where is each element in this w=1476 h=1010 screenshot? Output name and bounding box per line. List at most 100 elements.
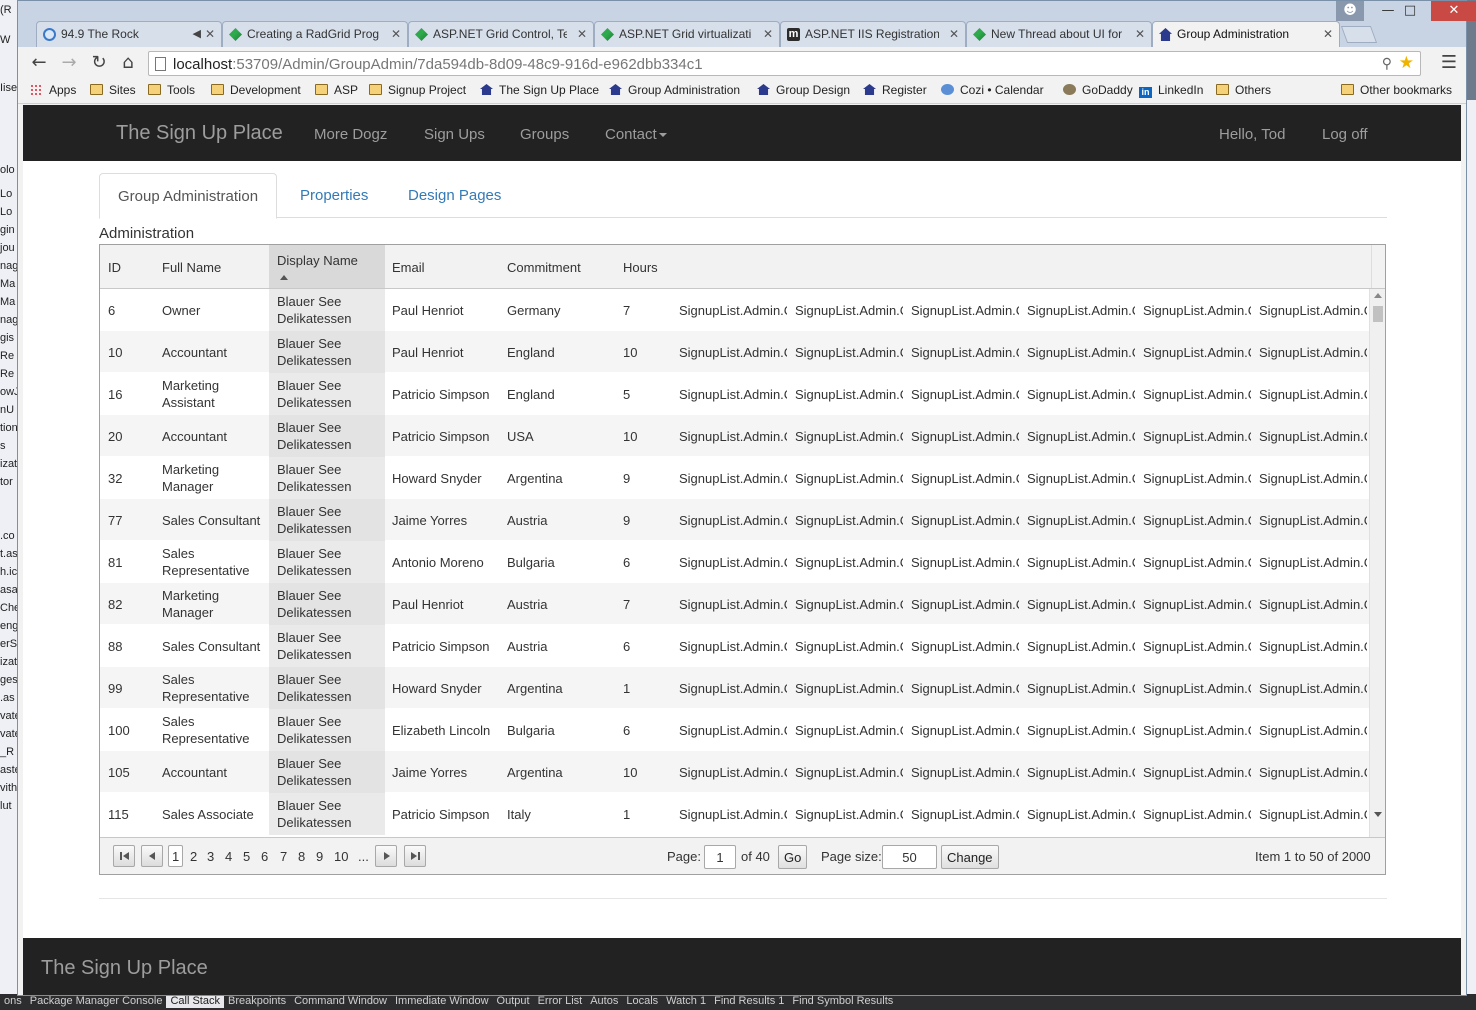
bookmark-item[interactable]: Sites [90,83,136,97]
close-window-button[interactable]: ✕ [1431,1,1476,21]
table-row[interactable]: 88 Sales Consultant Blauer See Delikatesse… [100,625,1370,667]
bookmark-item[interactable]: Register [863,83,927,97]
browser-tab[interactable]: ASP.NET Grid Control, Te ✕ [408,21,594,47]
ide-toolwindow-tab[interactable]: Immediate Window [391,994,493,1008]
go-button[interactable]: Go [778,845,808,869]
table-row[interactable]: 115 Sales Associate Blauer See Delikatesse… [100,793,1370,835]
browser-tab[interactable]: 94.9 The Rock ◀ ✕ [36,21,222,47]
ide-toolwindow-tab[interactable]: Error List [534,994,587,1008]
tab-group-administration[interactable]: Group Administration [99,173,278,219]
browser-tab[interactable]: New Thread about UI for ✕ [966,21,1152,47]
bookmark-item[interactable]: ASP [315,83,358,97]
tab-design-pages[interactable]: Design Pages [390,173,519,218]
ide-toolwindow-tab[interactable]: Autos [586,994,622,1008]
bookmark-item[interactable]: Other bookmarks [1341,83,1452,97]
close-tab-icon[interactable]: ✕ [205,27,215,41]
page-number-link[interactable]: 6 [261,849,268,864]
table-row[interactable]: 10 Accountant Blauer See Delikatessen Paul … [100,331,1370,373]
page-number-link[interactable]: 1 [168,845,184,867]
table-row[interactable]: 81 Sales Representative Blauer See Delikat… [100,541,1370,583]
next-page-button[interactable] [375,845,397,867]
scroll-down-arrow-icon[interactable] [1374,812,1382,817]
zoom-icon[interactable]: ⚲ [1382,55,1392,72]
bookmark-item[interactable]: Group Administration [609,83,740,97]
bookmark-item[interactable]: in LinkedIn [1139,83,1203,98]
bookmark-item[interactable]: The Sign Up Place [480,83,599,97]
ide-toolwindow-tab[interactable]: ons [0,994,26,1008]
page-number-link[interactable]: 9 [316,849,323,864]
site-brand[interactable]: The Sign Up Place [116,122,283,145]
nav-groups[interactable]: Groups [520,126,569,143]
table-row[interactable]: 82 Marketing Manager Blauer See Delikatess… [100,583,1370,625]
bookmark-item[interactable]: Group Design [757,83,850,97]
page-number-link[interactable]: 5 [243,849,250,864]
grid-vertical-scrollbar[interactable] [1369,289,1385,837]
logoff-link[interactable]: Log off [1322,126,1368,143]
column-header-id[interactable]: ID [100,245,154,288]
home-icon[interactable]: ⌂ [117,53,139,75]
last-page-button[interactable] [404,845,426,867]
change-page-size-button[interactable]: Change [941,845,999,869]
page-size-input[interactable]: 50 [882,845,937,869]
bookmark-item[interactable]: GoDaddy [1063,83,1133,97]
page-number-link[interactable]: 10 [334,849,348,864]
browser-tab[interactable]: m ASP.NET IIS Registration ✕ [780,21,966,47]
table-row[interactable]: 32 Marketing Manager Blauer See Delikatess… [100,457,1370,499]
ide-toolwindow-tab[interactable]: Locals [622,994,662,1008]
bookmark-item[interactable]: Apps [30,83,76,97]
profile-icon[interactable]: ☻ [1336,1,1364,21]
reload-icon[interactable]: ↻ [88,53,110,75]
bookmark-item[interactable]: Development [211,83,301,97]
ide-toolwindow-tab[interactable]: Watch 1 [662,994,710,1008]
ide-toolwindow-tab[interactable]: Breakpoints [224,994,290,1008]
page-number-link[interactable]: 3 [207,849,214,864]
ide-toolwindow-tab[interactable]: Find Symbol Results [788,994,897,1008]
maximize-button[interactable]: □ [1396,1,1424,21]
tab-properties[interactable]: Properties [282,173,386,218]
close-tab-icon[interactable]: ✕ [391,27,401,41]
table-row[interactable]: 20 Accountant Blauer See Delikatessen Patri… [100,415,1370,457]
menu-icon[interactable]: ☰ [1438,53,1460,75]
first-page-button[interactable] [113,845,135,867]
page-number-input[interactable]: 1 [704,845,736,869]
close-tab-icon[interactable]: ✕ [1323,27,1333,41]
close-tab-icon[interactable]: ✕ [1135,27,1145,41]
ide-toolwindow-tab[interactable]: Command Window [290,994,391,1008]
bookmark-star-icon[interactable]: ★ [1399,53,1414,73]
new-tab-button[interactable] [1340,26,1378,43]
table-row[interactable]: 77 Sales Consultant Blauer See Delikatesse… [100,499,1370,541]
column-header-display-name[interactable]: Display Name [269,245,385,288]
nav-more-dogz[interactable]: More Dogz [314,126,387,143]
column-header-commitment[interactable]: Commitment [499,245,615,288]
browser-tab[interactable]: Creating a RadGrid Prog ✕ [222,21,408,47]
ide-toolwindow-tab[interactable]: Call Stack [166,994,224,1008]
close-tab-icon[interactable]: ✕ [763,27,773,41]
table-row[interactable]: 99 Sales Representative Blauer See Delikat… [100,667,1370,709]
page-number-link[interactable]: 2 [190,849,197,864]
bookmark-item[interactable]: Others [1216,83,1271,97]
back-arrow-icon[interactable]: ← [28,53,50,75]
prev-page-button[interactable] [141,845,163,867]
ide-toolwindow-tab[interactable]: Find Results 1 [710,994,788,1008]
forward-arrow-icon[interactable]: → [58,53,80,75]
nav-sign-ups[interactable]: Sign Ups [424,126,485,143]
nav-contact-dropdown[interactable]: Contact [605,126,667,143]
scroll-thumb[interactable] [1373,306,1383,322]
address-bar[interactable]: localhost:53709/Admin/GroupAdmin/7da594d… [148,51,1421,76]
ide-toolwindow-tab[interactable]: Output [493,994,534,1008]
bookmark-item[interactable]: Tools [148,83,195,97]
page-number-link[interactable]: 4 [225,849,232,864]
page-number-link[interactable]: 8 [298,849,305,864]
browser-tab[interactable]: ASP.NET Grid virtualizati ✕ [594,21,780,47]
column-header-full-name[interactable]: Full Name [154,245,269,288]
more-pages-link[interactable]: ... [358,849,369,864]
table-row[interactable]: 100 Sales Representative Blauer See Delika… [100,709,1370,751]
bookmark-item[interactable]: Cozi • Calendar [941,83,1044,97]
bookmark-item[interactable]: Signup Project [369,83,466,97]
close-tab-icon[interactable]: ✕ [949,27,959,41]
ide-toolwindow-tab[interactable]: Package Manager Console [26,994,167,1008]
scroll-up-arrow-icon[interactable] [1374,293,1382,298]
table-row[interactable]: 105 Accountant Blauer See Delikatessen Jaim… [100,751,1370,793]
column-header-hours[interactable]: Hours [615,245,731,288]
greeting-link[interactable]: Hello, Tod [1219,126,1285,143]
